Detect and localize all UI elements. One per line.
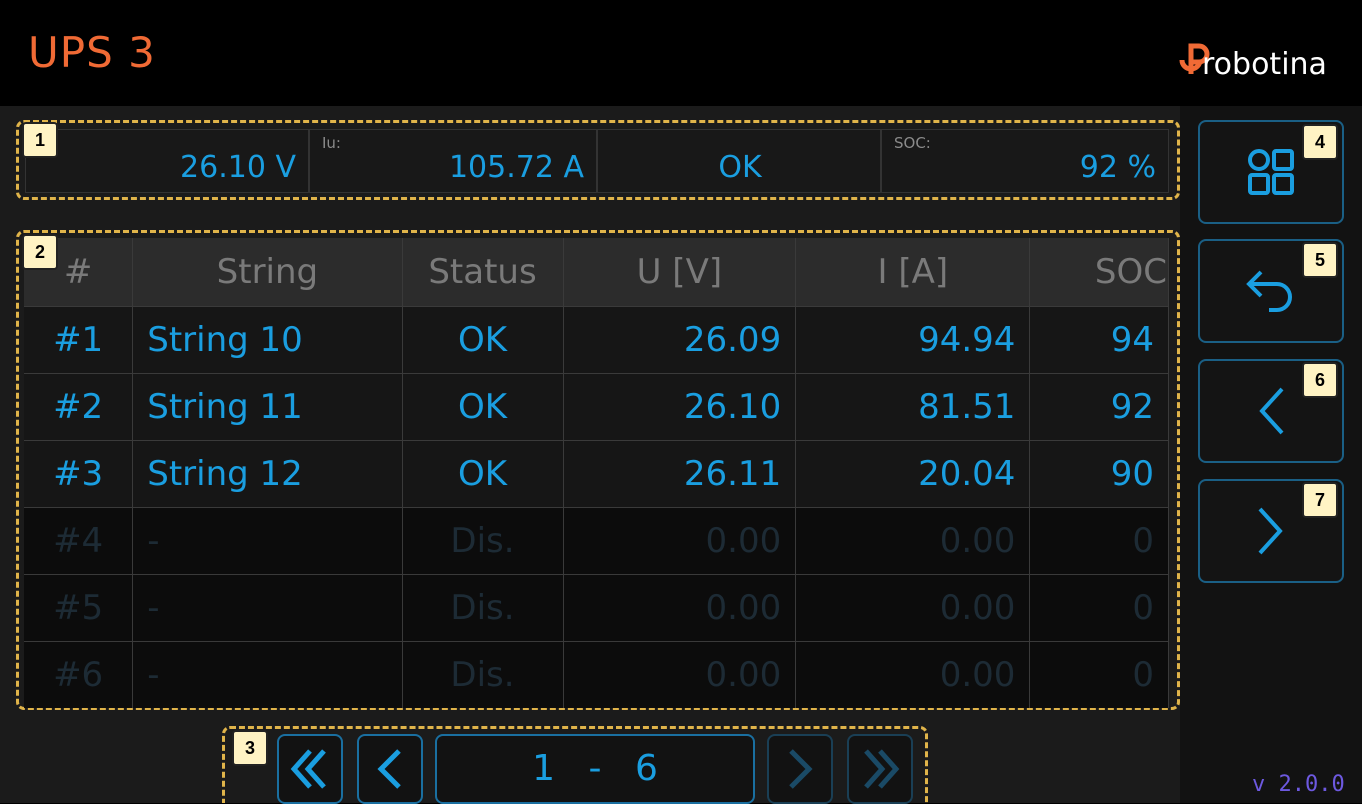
row-soc: 0 — [1029, 574, 1169, 642]
back-icon — [1246, 270, 1292, 312]
row-string: - — [132, 507, 403, 575]
table-row[interactable]: #3 String 12 OK 26.11 20.04 90 — [24, 440, 1169, 508]
badge-5: 5 — [1302, 242, 1338, 278]
soc-value: 92 % — [1079, 150, 1156, 185]
chevron-left-icon — [377, 749, 401, 789]
row-status: OK — [402, 373, 564, 441]
row-number: #2 — [24, 373, 134, 441]
soc-label: SOC: — [894, 134, 931, 152]
row-current: 0.00 — [795, 574, 1031, 642]
row-number: #6 — [24, 641, 134, 708]
row-soc: 94 — [1029, 306, 1169, 374]
row-string: String 12 — [132, 440, 403, 508]
previous-page-button[interactable] — [357, 734, 423, 804]
column-header-voltage: U [V] — [563, 238, 797, 307]
badge-6: 6 — [1302, 362, 1338, 398]
badge-1: 1 — [22, 122, 58, 158]
badge-2: 2 — [22, 234, 58, 270]
row-number: #1 — [24, 306, 134, 374]
table-row[interactable]: #6 - Dis. 0.00 0.00 0 — [24, 641, 1169, 708]
double-chevron-left-icon — [290, 749, 326, 789]
header-bar — [0, 0, 1362, 106]
row-string: String 11 — [132, 373, 403, 441]
row-voltage: 26.10 — [563, 373, 797, 441]
row-status: OK — [402, 440, 564, 508]
row-voltage: 0.00 — [563, 641, 797, 708]
row-status: Dis. — [402, 507, 564, 575]
row-voltage: 0.00 — [563, 574, 797, 642]
row-current: 0.00 — [795, 641, 1031, 708]
current-value: 105.72 A — [448, 150, 584, 185]
row-voltage: 0.00 — [563, 507, 797, 575]
column-header-status: Status — [402, 238, 564, 307]
voltage-value: 26.10 V — [180, 150, 296, 185]
chevron-right-icon — [789, 749, 813, 789]
pagination-bar: 1 - 6 — [222, 726, 928, 804]
row-current: 81.51 — [795, 373, 1031, 441]
row-current: 0.00 — [795, 507, 1031, 575]
row-status: Dis. — [402, 641, 564, 708]
row-soc: 90 — [1029, 440, 1169, 508]
strings-table: # String Status U [V] I [A] SOC #1 Strin… — [24, 238, 1169, 708]
robotina-logo: robotina — [1176, 40, 1356, 90]
row-voltage: 26.11 — [563, 440, 797, 508]
chevron-left-icon — [1259, 387, 1284, 435]
row-current: 94.94 — [795, 306, 1031, 374]
row-status: OK — [402, 306, 564, 374]
row-voltage: 26.09 — [563, 306, 797, 374]
first-page-button[interactable] — [277, 734, 343, 804]
row-string: - — [132, 641, 403, 708]
column-header-soc: SOC — [1029, 238, 1169, 307]
table-row[interactable]: #4 - Dis. 0.00 0.00 0 — [24, 507, 1169, 575]
voltage-cell: 26.10 V — [25, 129, 309, 193]
summary-section: 26.10 V Iu: 105.72 A OK SOC: 92 % — [16, 120, 1180, 200]
dashboard-icon — [1248, 149, 1294, 195]
row-number: #3 — [24, 440, 134, 508]
row-number: #5 — [24, 574, 134, 642]
double-chevron-right-icon — [864, 749, 900, 789]
table-row[interactable]: #5 - Dis. 0.00 0.00 0 — [24, 574, 1169, 642]
table-row[interactable]: #1 String 10 OK 26.09 94.94 94 — [24, 306, 1169, 374]
version-label: v 2.0.0 — [1252, 772, 1345, 797]
row-string: String 10 — [132, 306, 403, 374]
row-current: 20.04 — [795, 440, 1031, 508]
status-value: OK — [718, 150, 762, 185]
current-label: Iu: — [322, 134, 341, 152]
table-header-row: # String Status U [V] I [A] SOC — [24, 238, 1169, 307]
badge-7: 7 — [1302, 482, 1338, 518]
row-status: Dis. — [402, 574, 564, 642]
row-number: #4 — [24, 507, 134, 575]
row-soc: 92 — [1029, 373, 1169, 441]
logo-text: robotina — [1202, 47, 1327, 82]
column-header-current: I [A] — [795, 238, 1031, 307]
current-cell: Iu: 105.72 A — [309, 129, 597, 193]
page-title: UPS 3 — [28, 28, 156, 77]
last-page-button[interactable] — [847, 734, 913, 804]
row-soc: 0 — [1029, 507, 1169, 575]
row-string: - — [132, 574, 403, 642]
status-cell: OK — [597, 129, 881, 193]
badge-3: 3 — [232, 730, 268, 766]
table-row[interactable]: #2 String 11 OK 26.10 81.51 92 — [24, 373, 1169, 441]
chevron-right-icon — [1258, 507, 1283, 555]
badge-4: 4 — [1302, 124, 1338, 160]
soc-cell: SOC: 92 % — [881, 129, 1169, 193]
row-soc: 0 — [1029, 641, 1169, 708]
next-page-button[interactable] — [767, 734, 833, 804]
page-range: 1 - 6 — [435, 734, 755, 804]
column-header-string: String — [132, 238, 403, 307]
strings-table-section: # String Status U [V] I [A] SOC #1 Strin… — [16, 230, 1180, 710]
